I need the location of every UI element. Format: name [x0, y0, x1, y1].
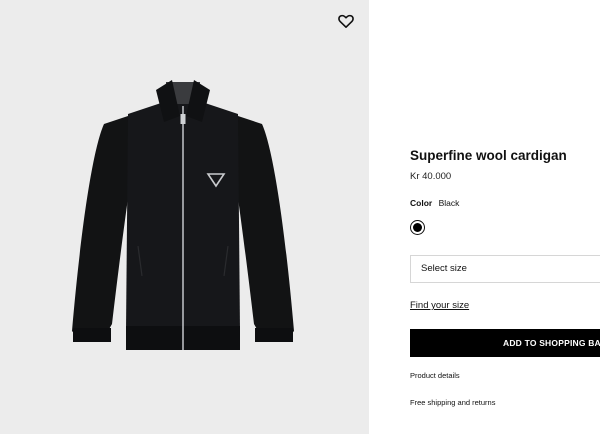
- color-row: Color Black: [410, 198, 459, 208]
- add-to-bag-button[interactable]: ADD TO SHOPPING BAG: [410, 329, 600, 357]
- product-price: Kr 40.000: [410, 171, 452, 182]
- product-details-link[interactable]: Product details: [410, 371, 460, 380]
- find-your-size-link[interactable]: Find your size: [410, 300, 469, 311]
- size-select[interactable]: Select size: [410, 255, 600, 283]
- wishlist-button[interactable]: [336, 11, 356, 31]
- product-image: [72, 80, 294, 350]
- swatch-dot: [413, 223, 422, 232]
- product-image-panel: [0, 0, 369, 434]
- product-page: Superfine wool cardigan Kr 40.000 Color …: [0, 0, 600, 434]
- color-label: Color: [410, 198, 433, 208]
- color-value: Black: [438, 198, 460, 208]
- shipping-link[interactable]: Free shipping and returns: [410, 398, 495, 407]
- product-info: Superfine wool cardigan Kr 40.000 Color …: [410, 0, 600, 434]
- heart-icon: [338, 14, 354, 28]
- color-swatch-black[interactable]: [410, 220, 425, 235]
- product-title: Superfine wool cardigan: [410, 148, 567, 163]
